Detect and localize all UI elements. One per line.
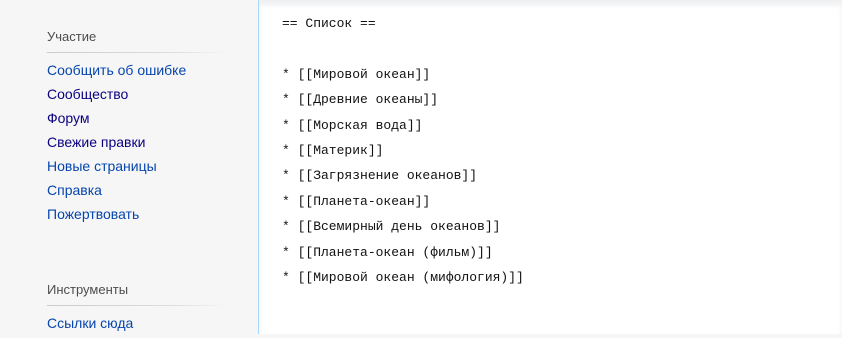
- editor-line: * [[Планета-океан]]: [282, 193, 431, 209]
- editor-line: * [[Морская вода]]: [282, 117, 423, 133]
- participation-links: Сообщить об ошибке Сообщество Форум Свеж…: [47, 61, 186, 229]
- editor-line: * [[Загрязнение океанов]]: [282, 168, 478, 184]
- sidebar-link-community[interactable]: Сообщество: [47, 86, 128, 102]
- participation-heading: Участие: [47, 29, 227, 53]
- editor-content[interactable]: == Список == * [[Мировой океан]] * [[Дре…: [282, 15, 524, 294]
- sidebar-link-new-pages[interactable]: Новые страницы: [47, 158, 157, 174]
- editor-line: * [[Мировой океан]]: [282, 66, 431, 82]
- sidebar-link-donate[interactable]: Пожертвовать: [47, 206, 139, 222]
- sidebar-link-report-error[interactable]: Сообщить об ошибке: [47, 62, 186, 78]
- editor-line: * [[Древние океаны]]: [282, 92, 439, 108]
- editor-line: * [[Материк]]: [282, 142, 384, 158]
- sidebar-link-help[interactable]: Справка: [47, 182, 102, 198]
- editor-line-heading: == Список ==: [282, 16, 376, 31]
- sidebar-link-forum[interactable]: Форум: [47, 110, 90, 126]
- sidebar-link-what-links-here[interactable]: Ссылки сюда: [47, 315, 133, 331]
- editor-line: * [[Всемирный день океанов]]: [282, 219, 501, 235]
- editor-line-blank: [282, 40, 524, 65]
- editor-line: * [[Планета-океан (фильм)]]: [282, 244, 493, 260]
- tools-links: Ссылки сюда: [47, 314, 133, 338]
- editor-shadow: [259, 0, 842, 8]
- tools-heading: Инструменты: [47, 282, 227, 306]
- wikitext-editor[interactable]: == Список == * [[Мировой океан]] * [[Дре…: [258, 0, 842, 334]
- editor-line: * [[Мировой океан (мифология)]]: [282, 269, 524, 285]
- sidebar-link-recent-changes[interactable]: Свежие правки: [47, 134, 145, 150]
- sidebar: Участие Сообщить об ошибке Сообщество Фо…: [0, 0, 258, 334]
